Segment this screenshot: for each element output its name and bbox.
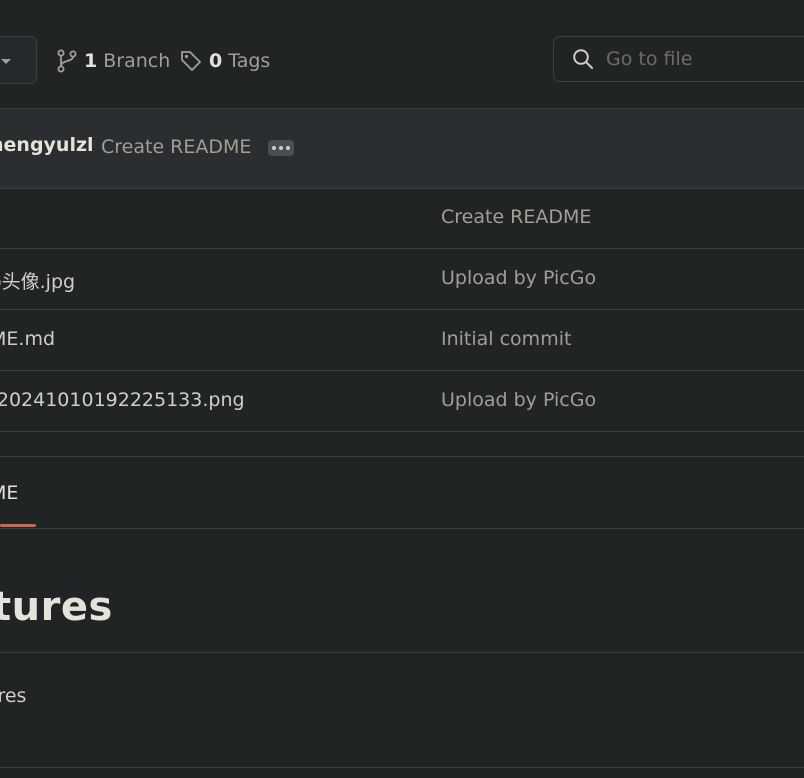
search-icon [573, 49, 593, 69]
file-name[interactable]: ME.md [0, 328, 55, 350]
file-commit-message[interactable]: Create README [441, 206, 591, 228]
search-input[interactable] [606, 48, 804, 70]
ellipsis-icon [272, 146, 276, 150]
chevron-down-icon [1, 59, 11, 64]
commit-message[interactable]: Create README [101, 136, 251, 158]
readme-panel [0, 456, 804, 768]
tab-readme[interactable]: ME [0, 482, 18, 504]
file-row[interactable]: o头像.jpg Upload by PicGo [0, 249, 804, 310]
file-row[interactable]: Create README [0, 188, 804, 249]
file-row[interactable]: -20241010192225133.png Upload by PicGo [0, 371, 804, 432]
git-branch-icon [57, 49, 77, 73]
active-tab-indicator [0, 524, 36, 527]
file-name[interactable]: -20241010192225133.png [0, 389, 245, 411]
divider [0, 652, 804, 653]
branch-selector-button[interactable] [0, 36, 37, 84]
branch-label: Branch [103, 50, 171, 72]
tag-icon [181, 51, 201, 71]
go-to-file-search[interactable] [553, 36, 804, 82]
file-commit-message[interactable]: Initial commit [441, 328, 571, 350]
branches-link[interactable]: 1 Branch [56, 47, 170, 75]
file-commit-message[interactable]: Upload by PicGo [441, 389, 596, 411]
readme-heading: tures [0, 584, 113, 630]
file-name[interactable]: o头像.jpg [0, 267, 75, 294]
tags-link[interactable]: 0 Tags [179, 47, 270, 75]
more-commit-info-button[interactable] [268, 140, 294, 156]
branch-count: 1 [84, 50, 98, 72]
file-commit-message[interactable]: Upload by PicGo [441, 267, 596, 289]
divider [0, 528, 804, 529]
tag-label: Tags [228, 50, 271, 72]
file-row[interactable]: ME.md Initial commit [0, 310, 804, 371]
commit-author[interactable]: hengyulzl [0, 134, 94, 156]
tag-count: 0 [209, 50, 223, 72]
readme-paragraph: tres [0, 685, 27, 707]
